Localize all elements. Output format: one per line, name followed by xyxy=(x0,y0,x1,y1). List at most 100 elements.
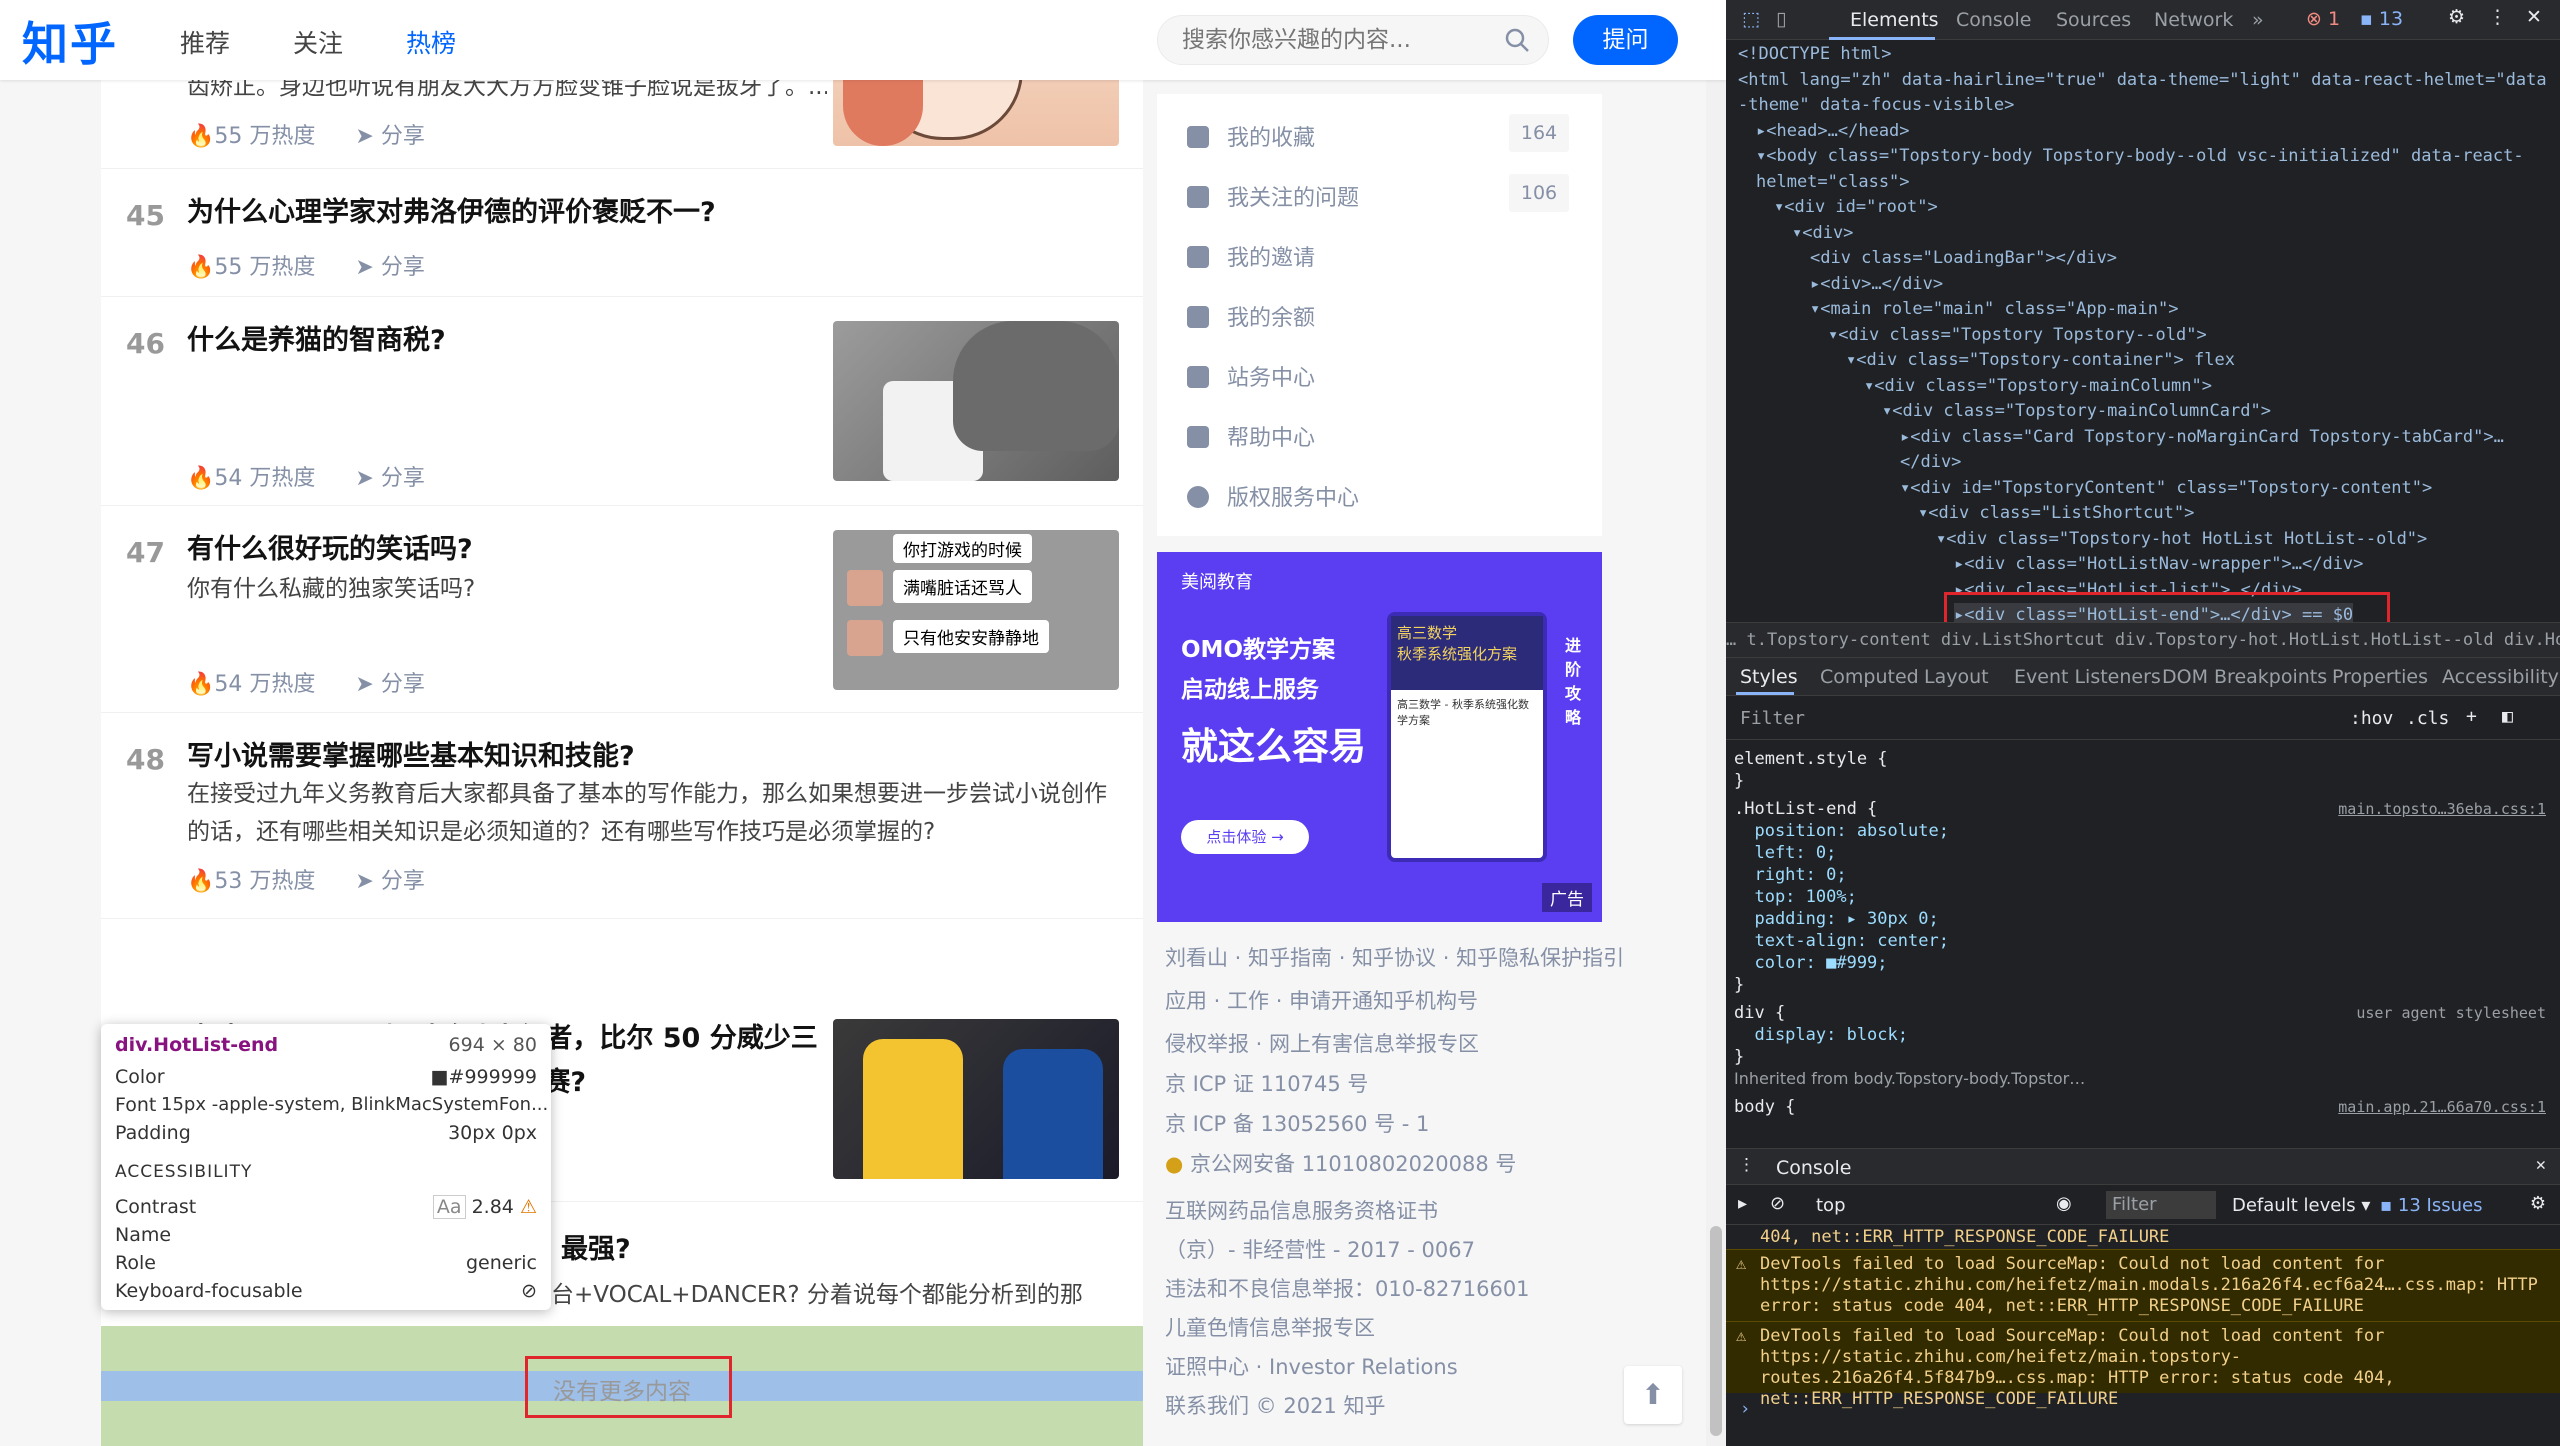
tab-properties[interactable]: Properties xyxy=(2332,666,2428,688)
dom-node-line[interactable]: ▸<head>…</head> xyxy=(1756,119,1910,144)
tab-accessibility[interactable]: Accessibility xyxy=(2442,666,2559,688)
css-rule-line[interactable]: display: block; xyxy=(1734,1024,1908,1046)
dom-node-line[interactable]: <div class="LoadingBar"></div> xyxy=(1810,246,2117,271)
hot-item-title[interactable]: 有什么很好玩的笑话吗? xyxy=(187,528,473,572)
hot-item[interactable]: 45 为什么心理学家对弗洛伊德的评价褒贬不一? 🔥55 万热度 ➤ 分享 xyxy=(101,169,1143,297)
context-select[interactable]: top xyxy=(1816,1195,1846,1216)
hot-item-title[interactable]: 最强? xyxy=(561,1228,631,1272)
hot-item[interactable]: 47 有什么很好玩的笑话吗? 你有什么私藏的独家笑话吗? 🔥54 万热度 ➤ 分享… xyxy=(101,506,1143,713)
hot-item[interactable]: 齿矫正。身边也听说有朋友大大方方脸变锥子脸说是拔牙了。... 🔥55 万热度 ➤ … xyxy=(101,0,1143,169)
inspect-icon[interactable]: ⬚ xyxy=(1742,8,1760,30)
css-rule-line[interactable]: top: 100%; xyxy=(1734,886,1856,908)
cls-toggle[interactable]: .cls xyxy=(2406,708,2449,729)
css-source-link[interactable]: user agent stylesheet xyxy=(2356,1002,2546,1024)
drawer-tab-console[interactable]: Console xyxy=(1776,1157,1851,1179)
dom-node-line[interactable]: ▾<div class="ListShortcut"> xyxy=(1918,501,2194,526)
tab-sources[interactable]: Sources xyxy=(2056,9,2131,31)
add-rule-icon[interactable]: + xyxy=(2466,706,2477,727)
console-filter-input[interactable]: Filter xyxy=(2106,1191,2216,1219)
dom-node-line[interactable]: ▾<div id="TopstoryContent" class="Topsto… xyxy=(1900,476,2432,501)
dom-node-line[interactable]: ▾<div class="Topstory-container"> flex xyxy=(1846,348,2235,373)
dom-node-line[interactable]: </div> xyxy=(1900,450,1961,475)
scrollbar-thumb[interactable] xyxy=(1710,1226,1722,1436)
dom-node-line[interactable]: ▾<div id="root"> xyxy=(1774,195,1938,220)
console-settings-gear-icon[interactable]: ⚙ xyxy=(2530,1193,2546,1214)
css-source-link[interactable]: main.topsto…36eba.css:1 xyxy=(2338,798,2546,820)
hot-item-title[interactable]: 写小说需要掌握哪些基本知识和技能? xyxy=(187,735,635,779)
log-levels-select[interactable]: Default levels ▾ xyxy=(2232,1195,2370,1216)
sidebar-item-invites[interactable]: 我的邀请 xyxy=(1187,240,1315,272)
tab-network[interactable]: Network xyxy=(2154,9,2233,31)
dom-breadcrumb[interactable]: … t.Topstory-content div.ListShortcut di… xyxy=(1726,622,2560,658)
hot-item-title[interactable]: 什么是养猫的智商税? xyxy=(187,319,446,363)
nav-recommend[interactable]: 推荐 xyxy=(180,24,230,60)
footer-line[interactable]: 刘看山 · 知乎指南 · 知乎协议 · 知乎隐私保护指引 xyxy=(1165,942,1624,972)
tab-layout[interactable]: Layout xyxy=(1924,666,1989,688)
nav-hot[interactable]: 热榜 xyxy=(406,24,456,60)
dom-node-line[interactable]: ▸<div>…</div> xyxy=(1810,272,1943,297)
footer-line[interactable]: 应用 · 工作 · 申请开通知乎机构号 xyxy=(1165,985,1478,1015)
error-counter[interactable]: ⊗ 1 xyxy=(2306,8,2340,30)
ask-button[interactable]: 提问 xyxy=(1573,15,1678,65)
sidebar-item-favorites[interactable]: 我的收藏 xyxy=(1187,120,1315,152)
footer-line[interactable]: 联系我们 © 2021 知乎 xyxy=(1165,1390,1385,1420)
search-icon[interactable] xyxy=(1504,27,1530,53)
issues-counter[interactable]: ▪ 13 xyxy=(2360,8,2403,30)
tab-console[interactable]: Console xyxy=(1956,9,2031,31)
footer-line[interactable]: 儿童色情信息举报专区 xyxy=(1165,1312,1375,1342)
console-prompt[interactable]: › xyxy=(1740,1399,1750,1419)
footer-line[interactable]: 京 ICP 备 13052560 号 - 1 xyxy=(1165,1108,1429,1138)
css-rule-line[interactable]: position: absolute; xyxy=(1734,820,1948,842)
dom-node-line[interactable]: ▾<div class="Topstory Topstory--old"> xyxy=(1828,323,2207,348)
sidebar-item-service[interactable]: 站务中心 xyxy=(1187,360,1315,392)
close-drawer-icon[interactable]: ✕ xyxy=(2536,1155,2546,1175)
share-button[interactable]: ➤ 分享 xyxy=(355,249,424,281)
footer-line[interactable]: ● 京公网安备 11010802020088 号 xyxy=(1165,1148,1516,1178)
share-button[interactable]: ➤ 分享 xyxy=(355,863,424,895)
sidebar-icon[interactable]: ▸ xyxy=(1738,1193,1747,1214)
tab-event-listeners[interactable]: Event Listeners xyxy=(2014,666,2161,688)
hot-item[interactable]: 46 什么是养猫的智商税? 🔥54 万热度 ➤ 分享 xyxy=(101,297,1143,506)
footer-line[interactable]: 违法和不良信息举报：010-82716601 xyxy=(1165,1273,1530,1303)
eye-icon[interactable]: ◉ xyxy=(2056,1193,2072,1214)
tab-elements[interactable]: Elements xyxy=(1850,9,1939,31)
nav-follow[interactable]: 关注 xyxy=(293,24,343,60)
footer-line[interactable]: 证照中心 · Investor Relations xyxy=(1165,1351,1458,1381)
dom-node-line[interactable]: ▾<body class="Topstory-body Topstory-bod… xyxy=(1756,144,2524,169)
dom-node-line[interactable]: ▾<div class="Topstory-hot HotList HotLis… xyxy=(1936,527,2427,552)
share-button[interactable]: ➤ 分享 xyxy=(355,460,424,492)
zhihu-logo[interactable]: 知乎 xyxy=(22,8,118,74)
tab-computed[interactable]: Computed xyxy=(1820,666,1919,688)
hot-item[interactable]: 48 写小说需要掌握哪些基本知识和技能? 在接受过九年义务教育后大家都具备了基本… xyxy=(101,713,1143,919)
hot-item-title[interactable]: 为什么心理学家对弗洛伊德的评价褒贬不一? xyxy=(187,191,716,235)
footer-line[interactable]: 京 ICP 证 110745 号 xyxy=(1165,1068,1368,1098)
dom-node-line[interactable]: ▾<main role="main" class="App-main"> xyxy=(1810,297,2178,322)
search-box[interactable] xyxy=(1157,15,1549,65)
kebab-menu-icon[interactable]: ⋮ xyxy=(2488,6,2507,28)
drawer-menu-icon[interactable]: ⋮ xyxy=(1738,1155,1755,1175)
dom-node-line[interactable]: ▾<div> xyxy=(1792,221,1853,246)
dom-node-line[interactable]: -theme" data-focus-visible> xyxy=(1738,93,2014,118)
dom-node-line[interactable]: <!DOCTYPE html> xyxy=(1738,42,1892,67)
sidebar-item-followed-questions[interactable]: 我关注的问题 xyxy=(1187,180,1359,212)
hov-toggle[interactable]: :hov xyxy=(2350,708,2393,729)
css-source-link[interactable]: main.app.21…66a70.css:1 xyxy=(2338,1096,2546,1118)
page-scrollbar[interactable] xyxy=(1706,0,1726,1446)
back-to-top-button[interactable]: ⬆ xyxy=(1624,1366,1682,1424)
dom-node-line[interactable]: ▸<div class="HotListNav-wrapper">…</div> xyxy=(1954,552,2363,577)
css-rule-line[interactable]: left: 0; xyxy=(1734,842,1836,864)
share-button[interactable]: ➤ 分享 xyxy=(355,118,424,150)
styles-filter-input[interactable]: Filter xyxy=(1740,708,1805,729)
settings-gear-icon[interactable]: ⚙ xyxy=(2448,6,2465,28)
share-button[interactable]: ➤ 分享 xyxy=(355,666,424,698)
dom-node-line[interactable]: helmet="class"> xyxy=(1756,170,1910,195)
ad-cta-button[interactable]: 点击体验 → xyxy=(1181,820,1309,854)
dom-node-line[interactable]: ▾<div class="Topstory-mainColumnCard"> xyxy=(1882,399,2271,424)
footer-line[interactable]: 互联网药品信息服务资格证书 xyxy=(1165,1195,1438,1225)
dom-node-line[interactable]: ▸<div class="Card Topstory-noMarginCard … xyxy=(1900,425,2504,450)
css-rule-line[interactable]: padding: ▸ 30px 0; xyxy=(1734,908,1938,930)
advertisement[interactable]: 美阅教育 OMO教学方案 启动线上服务 就这么容易 点击体验 → 高三数学 秋季系… xyxy=(1157,552,1602,922)
dom-node-line[interactable]: <html lang="zh" data-hairline="true" dat… xyxy=(1738,68,2547,93)
sidebar-item-help[interactable]: 帮助中心 xyxy=(1187,420,1315,452)
css-rule-line[interactable]: color: ■#999; xyxy=(1734,952,1887,974)
